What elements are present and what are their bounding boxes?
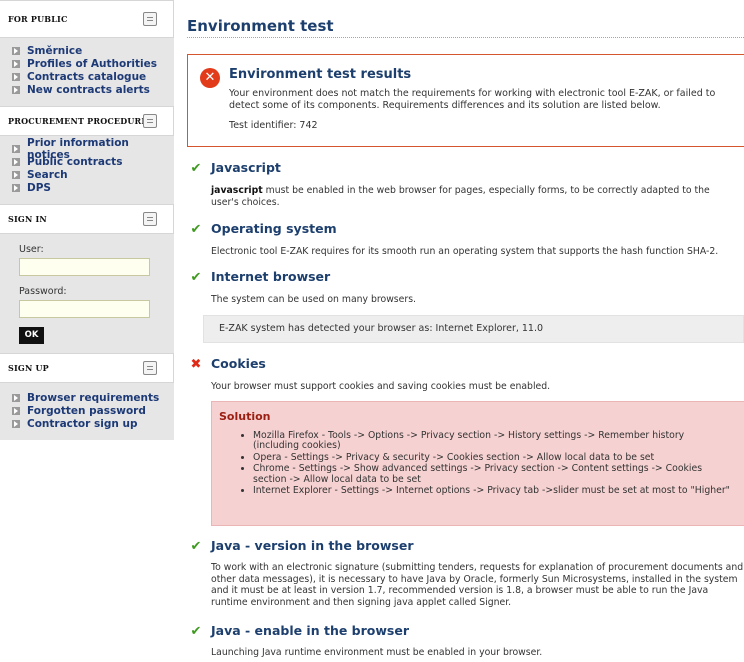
section-title: Java - enable in the browser [211,623,410,638]
check-icon: ✔ [190,270,202,285]
sign-in-header: SIGN IN [0,204,174,234]
section-title: Javascript [211,160,281,175]
sidebar-link-contractor-sign-up[interactable]: Contractor sign up [12,417,174,430]
section-operating-system: ✔ Operating system Electronic tool E-ZAK… [187,221,744,258]
sidebar-link-new-contracts-alerts[interactable]: New contracts alerts [12,83,174,96]
check-icon: ✔ [190,539,202,554]
test-identifier: Test identifier: 742 [229,120,318,131]
sign-in-title: SIGN IN [8,214,47,224]
sign-in-form: User: Password: OK [0,234,174,344]
sidebar-link-contracts-catalogue[interactable]: Contracts catalogue [12,70,174,83]
user-input[interactable] [19,258,150,276]
section-title: Internet browser [211,269,331,284]
sign-up-title: SIGN UP [8,363,49,373]
sidebar-link-smernice[interactable]: Směrnice [12,44,174,57]
solution-box: Solution Mozilla Firefox - Tools -> Opti… [211,400,744,526]
solution-item: Opera - Settings -> Privacy & security -… [253,452,733,464]
section-internet-browser: ✔ Internet browser The system can be use… [187,269,744,343]
check-icon: ✔ [190,222,202,237]
detected-browser-box: E-ZAK system has detected your browser a… [203,314,744,343]
bullet-arrow-icon [12,85,20,94]
sign-up-header: SIGN UP [0,353,174,383]
sidebar-link-dps[interactable]: DPS [12,181,174,194]
sidebar-link-browser-requirements[interactable]: Browser requirements [12,391,174,404]
sidebar-link-prior-information-notices[interactable]: Prior information notices [12,137,174,161]
printer-icon[interactable] [143,12,157,26]
bullet-arrow-icon [12,393,20,402]
procurement-procedures-title: PROCUREMENT PROCEDURES [8,116,154,126]
for-public-links: Směrnice Profiles of Authorities Contrac… [0,38,174,102]
solution-item: Chrome - Settings -> Show advanced setti… [253,463,733,485]
section-text: Your browser must support cookies and sa… [211,381,551,392]
procurement-links: Prior information notices Public contrac… [0,136,174,200]
cross-icon: ✖ [190,357,202,372]
bullet-arrow-icon [12,157,20,166]
section-text: Electronic tool E-ZAK requires for its s… [211,246,719,257]
bullet-arrow-icon [12,419,20,428]
procurement-procedures-header: PROCUREMENT PROCEDURES [0,106,174,136]
bullet-arrow-icon [12,59,20,68]
solution-item: Internet Explorer - Settings -> Internet… [253,485,733,497]
ok-button[interactable]: OK [19,327,44,344]
results-text: Your environment does not match the requ… [229,88,716,111]
section-cookies: ✖ Cookies Your browser must support cook… [187,356,744,526]
bullet-arrow-icon [12,183,20,192]
for-public-header: FOR PUBLIC [0,0,174,38]
solution-list: Mozilla Firefox - Tools -> Options -> Pr… [253,430,733,497]
section-text: Launching Java runtime environment must … [211,647,543,658]
check-icon: ✔ [190,624,202,639]
section-java-version: ✔ Java - version in the browser To work … [187,538,744,608]
bullet-arrow-icon [12,144,20,153]
environment-test-results-box: ✕ Environment test results Your environm… [187,54,744,147]
for-public-title: FOR PUBLIC [8,14,68,24]
section-javascript: ✔ Javascript javascript must be enabled … [187,160,744,208]
user-label: User: [19,244,44,255]
bullet-arrow-icon [12,170,20,179]
error-circle-icon: ✕ [200,68,220,88]
bullet-arrow-icon [12,46,20,55]
check-icon: ✔ [190,161,202,176]
section-text: To work with an electronic signature (su… [211,562,744,608]
page-title: Environment test [187,17,744,38]
solution-title: Solution [219,409,271,423]
section-title: Cookies [211,356,266,371]
document-icon [143,114,157,128]
main-content: Environment test ✕ Environment test resu… [187,0,744,658]
password-label: Password: [19,286,67,297]
password-input[interactable] [19,300,150,318]
bullet-arrow-icon [12,406,20,415]
lock-icon [143,212,157,226]
results-title: Environment test results [229,67,412,82]
solution-item: Mozilla Firefox - Tools -> Options -> Pr… [253,430,733,452]
sidebar-link-profiles-of-authorities[interactable]: Profiles of Authorities [12,57,174,70]
section-title: Operating system [211,221,337,236]
sidebar-link-forgotten-password[interactable]: Forgotten password [12,404,174,417]
section-title: Java - version in the browser [211,538,414,553]
sidebar: FOR PUBLIC Směrnice Profiles of Authorit… [0,0,174,440]
user-add-icon [143,361,157,375]
section-text: javascript must be enabled in the web br… [211,185,710,208]
sign-up-links: Browser requirements Forgotten password … [0,383,174,436]
section-text: The system can be used on many browsers. [211,294,416,305]
section-java-enable: ✔ Java - enable in the browser Launching… [187,623,744,659]
bullet-arrow-icon [12,72,20,81]
sidebar-link-search[interactable]: Search [12,168,174,181]
